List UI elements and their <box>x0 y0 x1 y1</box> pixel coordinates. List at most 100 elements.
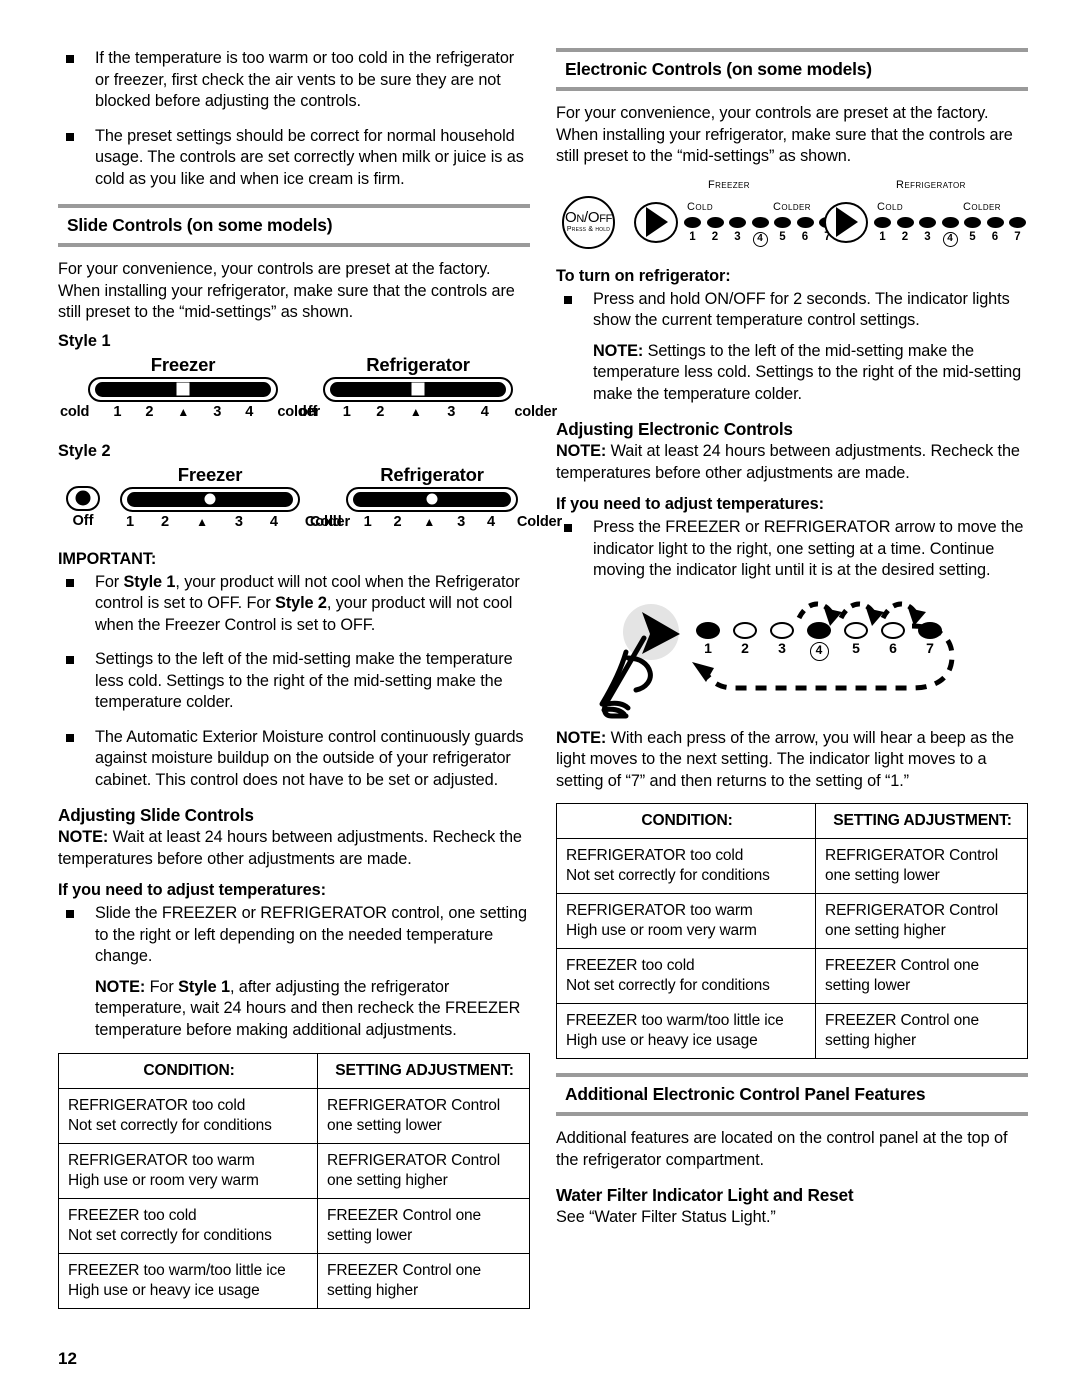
tick-1: 1 <box>113 403 122 420</box>
lamp-bulb-icon <box>684 216 701 228</box>
refrigerator-slider[interactable] <box>323 376 513 402</box>
slide-condition-table: CONDITION: SETTING ADJUSTMENT: REFRIGERA… <box>57 1053 530 1309</box>
indicator-light-2: 2 <box>706 216 724 243</box>
cell-adjustment: REFRIGERATOR Control one setting lower <box>815 838 1028 894</box>
cell-adjustment: REFRIGERATOR Control one setting lower <box>317 1088 530 1144</box>
cell-condition: FREEZER too warm/too little ice High use … <box>57 1253 319 1309</box>
freezer-arrow-button[interactable] <box>634 201 678 243</box>
indicator-light-3: 3 <box>919 216 936 243</box>
refrigerator-arrow-button[interactable] <box>824 201 868 243</box>
tick-1: 1 <box>126 513 134 530</box>
tick-1: 1 <box>342 403 351 420</box>
table-row: REFRIGERATOR too cold Not set correctly f… <box>555 838 1028 894</box>
style2-diagram: Off Freezer 1 2 ▲ 3 4 Colder Refrigerato… <box>58 463 562 546</box>
bullet-square-icon <box>564 524 572 532</box>
step-hop-arcs <box>796 601 919 619</box>
lamp-bulb-icon <box>796 216 814 228</box>
beep-note: NOTE: With each press of the arrow, you … <box>556 728 1014 790</box>
refrigerator-caption: Refrigerator <box>896 178 966 191</box>
freezer-indicator-lights: 1 2 3 4 5 6 7 <box>684 216 836 247</box>
loop-return-arrowhead-icon <box>692 661 714 682</box>
refrigerator-scale: off 1 2 ▲ 3 4 colder <box>299 404 557 420</box>
divider <box>556 1112 1028 1116</box>
style2-freezer-control: Freezer 1 2 ▲ 3 4 Colder <box>120 463 350 530</box>
slider-knob[interactable] <box>425 492 439 506</box>
press-and-hold-label: Press & hold <box>566 226 611 233</box>
indicator-light-5: 5 <box>774 216 791 243</box>
bullet-text: The Automatic Exterior Moisture control … <box>95 727 524 789</box>
lamp-bulb-icon <box>770 621 794 639</box>
style2-off-button[interactable]: Off <box>66 485 100 529</box>
right-column: Electronic Controls (on some models) For… <box>555 48 1028 1240</box>
freezer-slider[interactable] <box>120 486 300 512</box>
list-item: Settings to the left of the mid-setting … <box>58 649 530 714</box>
lamp-bulb-icon <box>696 621 720 639</box>
slider-knob[interactable] <box>176 382 190 396</box>
indicator-light-6: 6 <box>986 216 1004 243</box>
lamp-bulb-icon <box>874 216 891 228</box>
list-item: The preset settings should be correct fo… <box>58 126 530 191</box>
tick-3: 3 <box>213 403 222 420</box>
freezer-label: Freezer <box>150 353 216 375</box>
style2-label: Style 2 <box>58 441 111 460</box>
lamp-bulb-icon <box>1009 216 1026 228</box>
adjusting-subnote: NOTE: For Style 1, after adjusting the r… <box>95 977 521 1039</box>
lamp-bulb-icon <box>986 216 1004 228</box>
cell-adjustment: REFRIGERATOR Control one setting higher <box>815 893 1028 949</box>
bullet-text: Press the FREEZER or REFRIGERATOR arrow … <box>593 518 1024 579</box>
freezer-caption: Freezer <box>708 178 750 191</box>
style1-freezer-control: Freezer cold 1 2 ▲ 3 4 colder <box>60 353 320 420</box>
mid-setting-triangle-icon: ▲ <box>409 404 422 419</box>
mid-setting-triangle-icon: ▲ <box>177 404 190 419</box>
tick-4: 4 <box>269 513 278 530</box>
column-header-condition: CONDITION: <box>57 1053 319 1089</box>
refrigerator-slider[interactable] <box>346 486 518 512</box>
on-off-button[interactable]: On/Off Press & hold <box>562 195 615 249</box>
freezer-label: Freezer <box>177 463 243 485</box>
column-header-setting-adjustment: SETTING ADJUSTMENT: <box>815 803 1028 839</box>
bullet-text: If the temperature is too warm or too co… <box>95 49 515 110</box>
tick-4: 4 <box>487 513 495 530</box>
adjust-temperatures-label: If you need to adjust temperatures: <box>58 881 326 899</box>
refrigerator-indicator-lights: 1 2 3 4 5 6 7 <box>874 216 1026 247</box>
lamp-bulb-icon <box>729 216 746 228</box>
scale-min-label: off <box>299 403 318 420</box>
cell-condition: REFRIGERATOR too warm High use or room ve… <box>57 1143 319 1199</box>
cell-adjustment: FREEZER Control one setting lower <box>317 1198 530 1254</box>
lamp-bulb-icon <box>751 216 769 228</box>
table-row: FREEZER too warm/too little ice High use … <box>555 1003 1028 1059</box>
cell-condition: FREEZER too cold Not set correctly for co… <box>555 948 817 1004</box>
manual-page: If the temperature is too warm or too co… <box>0 0 1080 1397</box>
scale-min-label: cold <box>60 403 90 420</box>
lamp-bulb-icon <box>807 621 831 639</box>
important-bullet-list: For Style 1, your product will not cool … <box>58 572 530 792</box>
refrigerator-colder-label: Colder <box>963 200 1001 213</box>
slider-knob[interactable] <box>203 492 217 506</box>
table-row: REFRIGERATOR too warm High use or room ve… <box>57 1143 530 1199</box>
adjusting-electronic-controls-heading: Adjusting Electronic Controls <box>556 419 793 439</box>
table-header-row: CONDITION: SETTING ADJUSTMENT: <box>57 1053 530 1089</box>
bullet-text: For Style 1, your product will not cool … <box>95 572 520 634</box>
scale-min-label: Cold <box>310 513 342 530</box>
freezer-colder-label: Colder <box>773 200 811 213</box>
adjusting-note: NOTE: Wait at least 24 hours between adj… <box>556 442 1020 482</box>
style1-diagram: Freezer cold 1 2 ▲ 3 4 colder Refrigerat… <box>58 353 557 436</box>
column-header-condition: CONDITION: <box>555 803 817 839</box>
freezer-slider[interactable] <box>88 376 278 402</box>
table-header-row: CONDITION: SETTING ADJUSTMENT: <box>555 803 1028 839</box>
indicator-light-1: 1 <box>874 216 891 243</box>
cell-condition: FREEZER too cold Not set correctly for co… <box>57 1198 319 1254</box>
table-row: FREEZER too cold Not set correctly for co… <box>555 948 1028 1004</box>
slider-knob[interactable] <box>411 382 425 396</box>
off-label: Off <box>72 512 94 529</box>
page-title: Slide Controls (on some models) <box>67 215 333 235</box>
divider <box>556 87 1028 91</box>
bullet-text: Slide the FREEZER or REFRIGERATOR contro… <box>95 904 527 965</box>
indicator-light-4: 4 <box>941 216 959 247</box>
off-toggle[interactable] <box>66 485 100 511</box>
lamp-bulb-icon <box>896 216 914 228</box>
additional-features-section-header: Additional Electronic Control Panel Feat… <box>556 1073 1028 1116</box>
tick-4: 4 <box>480 403 489 420</box>
divider <box>58 243 530 247</box>
style2-refrigerator-control: Refrigerator Cold 1 2 ▲ 3 4 Colder <box>310 464 562 530</box>
